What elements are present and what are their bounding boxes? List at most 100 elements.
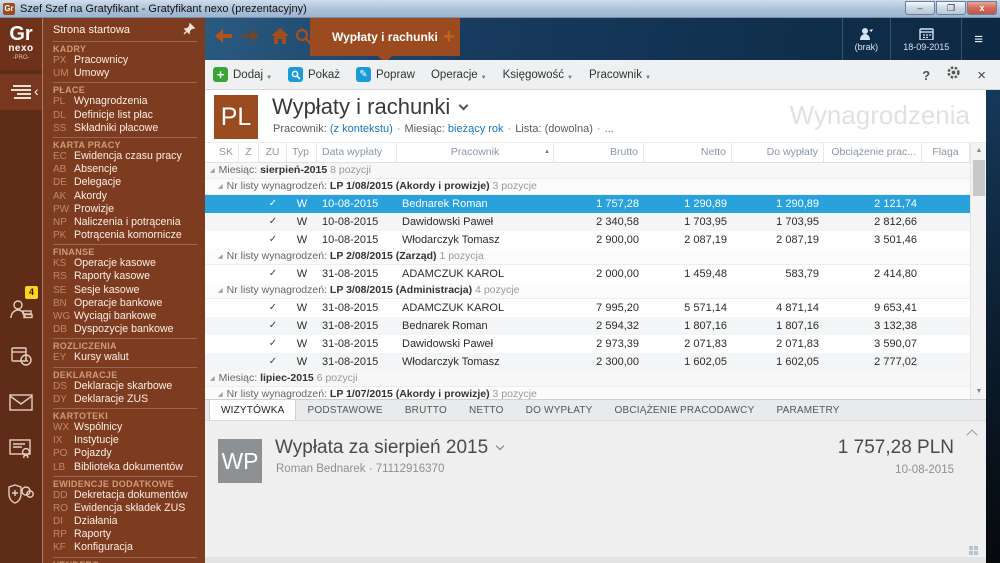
sidebar-item-home[interactable]: Strona startowa: [53, 22, 205, 39]
close-window-button[interactable]: x: [967, 1, 997, 15]
sidebar-item-ec[interactable]: EC Ewidencja czasu pracy: [53, 150, 205, 163]
toolbar-dodaj-button[interactable]: + Dodaj ▼: [213, 67, 272, 82]
tab-obci-enie-pracodawcy[interactable]: OBCIĄŻENIE PRACODAWCY: [604, 400, 766, 420]
sidebar-item-ak[interactable]: AK Akordy: [53, 190, 205, 203]
tab-wyplaty-i-rachunki[interactable]: Wypłaty i rachunki: [310, 18, 460, 63]
table-row-bednarek-roman[interactable]: ✓ W 31-08-2015 Bednarek Roman 2 594,32 1 807,…: [205, 317, 970, 335]
calendar-shortcut-button[interactable]: [0, 334, 42, 378]
sidebar-item-dl[interactable]: DL Definicje list płac: [53, 109, 205, 122]
collapse-panel-icon[interactable]: [966, 429, 978, 441]
toolbar-popraw-button[interactable]: ✎ Popraw: [355, 67, 415, 82]
sidebar-item-pl[interactable]: PL Wynagrodzenia: [53, 95, 205, 108]
subgroup-row[interactable]: ◢ Nr listy wynagrodzeń: LP 1/07/2015 (Ako…: [205, 387, 970, 399]
tab-brutto[interactable]: BRUTTO: [394, 400, 458, 420]
subgroup-row[interactable]: ◢ Nr listy wynagrodzeń: LP 1/08/2015 (Ako…: [205, 179, 970, 195]
sidebar-item-se[interactable]: SE Sesje kasowe: [53, 284, 205, 297]
window-titlebar[interactable]: Gr Szef Szef na Gratyfikant - Gratyfikan…: [0, 0, 1000, 18]
table-row-dawidowski-pawe[interactable]: ✓ W 31-08-2015 Dawidowski Paweł 2 973,39 2 07…: [205, 335, 970, 353]
collapse-triangle-icon[interactable]: ◢: [218, 254, 223, 260]
sidebar-item-wg[interactable]: WG Wyciągi bankowe: [53, 310, 205, 323]
sidebar-item-ds[interactable]: DS Deklaracje skarbowe: [53, 380, 205, 393]
sidebar-item-rs[interactable]: RS Raporty kasowe: [53, 270, 205, 283]
column-header-obci-enie-prac[interactable]: Obciążenie prac...: [824, 143, 922, 162]
employees-shortcut-button[interactable]: 4: [0, 286, 42, 332]
column-header-data-wyp-aty[interactable]: Data wypłaty: [317, 143, 397, 162]
restore-button[interactable]: ❐: [936, 1, 966, 15]
current-user-button[interactable]: (brak): [841, 18, 891, 60]
column-header-do-wyp-aty[interactable]: Do wypłaty: [732, 143, 824, 162]
scroll-down-icon[interactable]: ▼: [971, 384, 987, 399]
current-date-button[interactable]: 18-09-2015: [890, 18, 961, 60]
sidebar-item-rp[interactable]: RP Raporty: [53, 528, 205, 541]
tab-parametry[interactable]: PARAMETRY: [765, 400, 850, 420]
new-tab-button[interactable]: +: [443, 27, 455, 47]
insurance-shortcut-button[interactable]: [0, 472, 42, 516]
sidebar-item-db[interactable]: DB Dyspozycje bankowe: [53, 323, 205, 336]
collapse-triangle-icon[interactable]: ◢: [218, 184, 223, 190]
sidebar-item-ss[interactable]: SS Składniki płacowe: [53, 122, 205, 135]
table-row-w-odarczyk-tomasz[interactable]: ✓ W 10-08-2015 Włodarczyk Tomasz 2 900,00 2 0…: [205, 231, 970, 249]
detail-title[interactable]: Wypłata za sierpień 2015: [275, 437, 505, 459]
tab-do-wyp-aty[interactable]: DO WYPŁATY: [515, 400, 604, 420]
sidebar-item-ey[interactable]: EY Kursy walut: [53, 351, 205, 364]
sidebar-item-po[interactable]: PO Pojazdy: [53, 447, 205, 460]
subgroup-row[interactable]: ◢ Nr listy wynagrodzeń: LP 3/08/2015 (Adm…: [205, 283, 970, 299]
toolbar-ksi-gowo-button[interactable]: Księgowość ▼: [503, 69, 573, 81]
toolbar-pracownik-button[interactable]: Pracownik ▼: [589, 69, 651, 81]
collapse-triangle-icon[interactable]: ◢: [210, 376, 215, 382]
sidebar-item-ks[interactable]: KS Operacje kasowe: [53, 257, 205, 270]
tab-podstawowe[interactable]: PODSTAWOWE: [296, 400, 393, 420]
table-scrollbar[interactable]: ▲ ▼: [970, 143, 986, 399]
sidebar-item-pw[interactable]: PW Prowizje: [53, 203, 205, 216]
sidebar-item-de[interactable]: DE Delegacje: [53, 176, 205, 189]
table-row-adamczuk-karol[interactable]: ✓ W 31-08-2015 ADAMCZUK KAROL 7 995,20 5 571,…: [205, 299, 970, 317]
tab-netto[interactable]: NETTO: [458, 400, 515, 420]
sidebar-item-dy[interactable]: DY Deklaracje ZUS: [53, 393, 205, 406]
table-row-w-odarczyk-tomasz[interactable]: ✓ W 31-08-2015 Włodarczyk Tomasz 2 300,00 1 6…: [205, 353, 970, 371]
app-menu-button[interactable]: ≡: [961, 18, 995, 60]
sidebar-item-px[interactable]: PX Pracownicy: [53, 54, 205, 67]
documents-shortcut-button[interactable]: [0, 426, 42, 470]
table-row-adamczuk-karol[interactable]: ✓ W 31-08-2015 ADAMCZUK KAROL 2 000,00 1 459,…: [205, 265, 970, 283]
column-header-pracownik[interactable]: Pracownik ▲: [397, 143, 554, 162]
sidebar-item-np[interactable]: NP Naliczenia i potrącenia: [53, 216, 205, 229]
column-header-zu[interactable]: ZU: [259, 143, 287, 162]
group-row[interactable]: ◢ Miesiąc: lipiec-2015 6 pozycji: [205, 371, 970, 387]
help-button[interactable]: ?: [922, 68, 930, 83]
sidebar-item-um[interactable]: UM Umowy: [53, 67, 205, 80]
sidebar-item-lb[interactable]: LB Biblioteka dokumentów: [53, 461, 205, 474]
home-button[interactable]: [271, 28, 289, 44]
scroll-up-icon[interactable]: ▲: [971, 143, 987, 158]
sidebar-item-ix[interactable]: IX Instytucje: [53, 434, 205, 447]
collapse-triangle-icon[interactable]: ◢: [218, 288, 223, 294]
back-button[interactable]: [215, 29, 233, 43]
column-header-flaga[interactable]: Flaga: [922, 143, 970, 162]
toolbar-operacje-button[interactable]: Operacje ▼: [431, 69, 487, 81]
sidebar-item-di[interactable]: DI Działania: [53, 515, 205, 528]
sidebar-item-bn[interactable]: BN Operacje bankowe: [53, 297, 205, 310]
sidebar-item-wx[interactable]: WX Wspólnicy: [53, 421, 205, 434]
messages-shortcut-button[interactable]: [0, 380, 42, 424]
forward-button[interactable]: [241, 29, 259, 43]
filter-value-bie-cy-rok[interactable]: bieżący rok: [448, 123, 504, 135]
column-header-brutto[interactable]: Brutto: [554, 143, 644, 162]
column-header-netto[interactable]: Netto: [644, 143, 732, 162]
pin-icon[interactable]: [183, 22, 196, 40]
filter-value-z-kontekstu[interactable]: (z kontekstu): [330, 123, 393, 135]
collapse-triangle-icon[interactable]: ◢: [210, 168, 215, 174]
table-row-bednarek-roman[interactable]: ✓ W 10-08-2015 Bednarek Roman 1 757,28 1 290,…: [205, 195, 970, 213]
scrollbar-thumb[interactable]: [973, 160, 985, 196]
column-header-z[interactable]: Z: [239, 143, 259, 162]
column-header-sk[interactable]: SK: [205, 143, 239, 162]
collapse-triangle-icon[interactable]: ◢: [218, 392, 223, 398]
table-row-dawidowski-pawe[interactable]: ✓ W 10-08-2015 Dawidowski Paweł 2 340,58 1 70…: [205, 213, 970, 231]
minimize-button[interactable]: –: [905, 1, 935, 15]
subgroup-row[interactable]: ◢ Nr listy wynagrodzeń: LP 2/08/2015 (Zar…: [205, 249, 970, 265]
settings-button[interactable]: [946, 65, 961, 85]
toolbar-poka-button[interactable]: Pokaż: [288, 67, 340, 82]
tab-wizyt-wka[interactable]: WIZYTÓWKA: [209, 400, 297, 420]
sidebar-item-pk[interactable]: PK Potrącenia komornicze: [53, 229, 205, 242]
sidebar-item-ro[interactable]: RO Ewidencja składek ZUS: [53, 502, 205, 515]
group-row[interactable]: ◢ Miesiąc: sierpień-2015 8 pozycji: [205, 163, 970, 179]
sidebar-item-kf[interactable]: KF Konfiguracja: [53, 541, 205, 554]
